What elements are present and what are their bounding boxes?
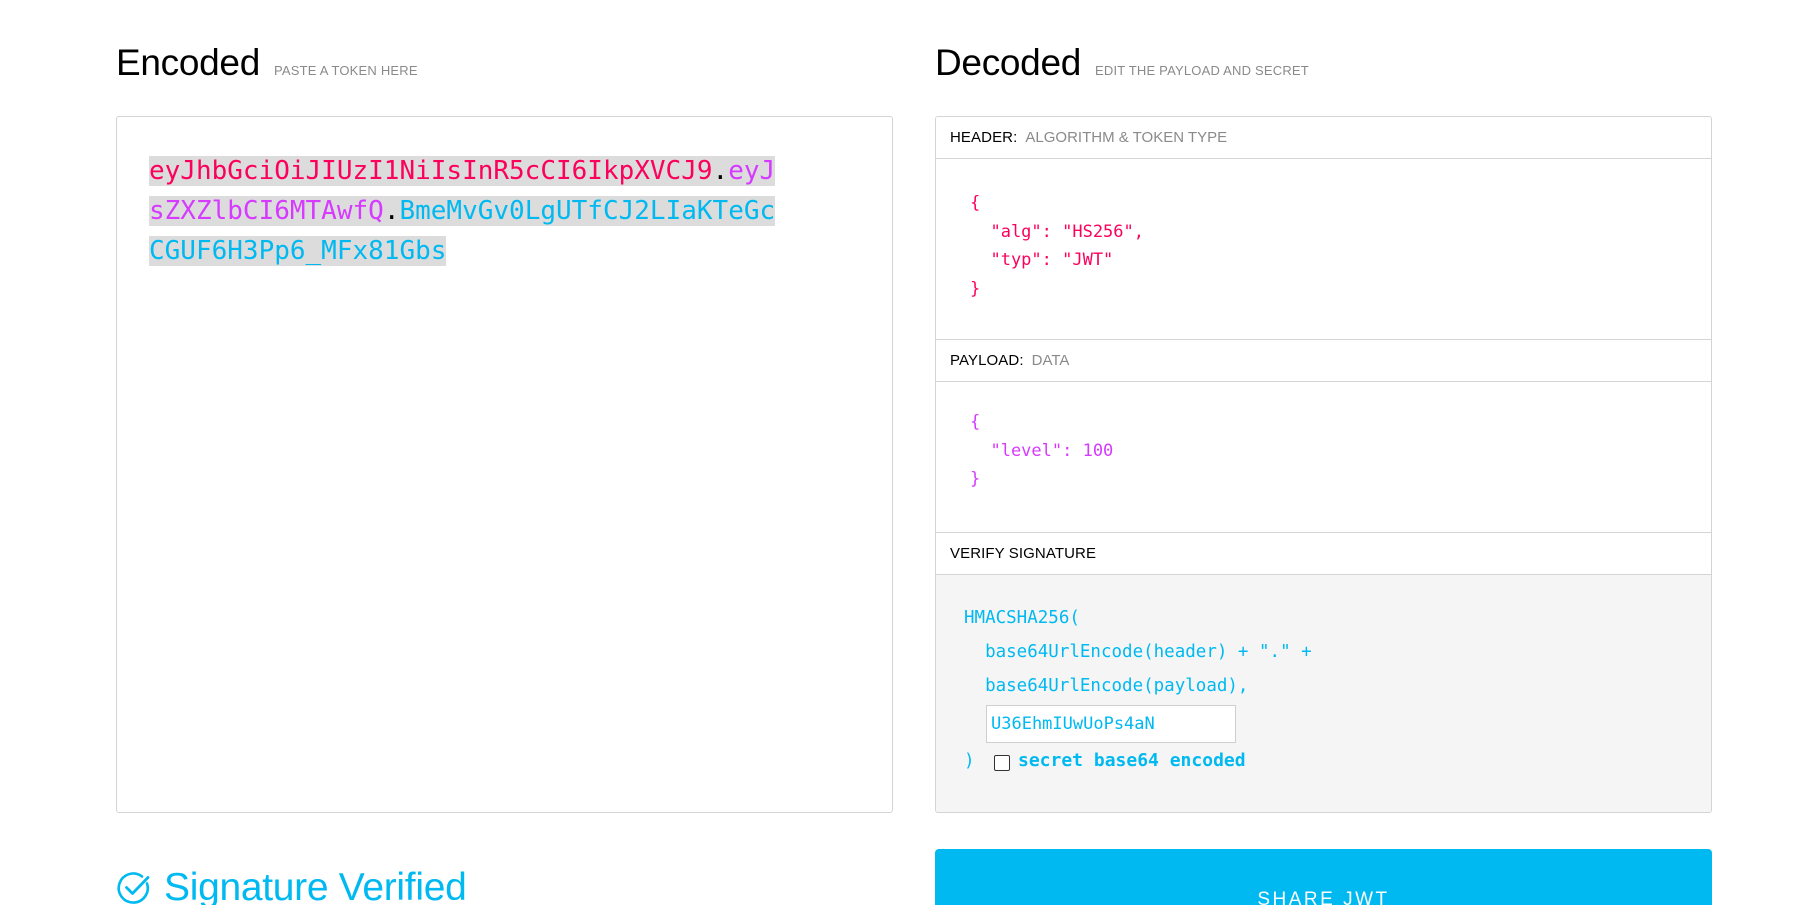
encoded-token-text[interactable]: eyJhbGciOiJIUzI1NiIsInR5cCI6IkpXVCJ9.eyJ… — [149, 151, 789, 271]
check-circle-icon — [117, 872, 150, 904]
encoded-token-editor[interactable]: eyJhbGciOiJIUzI1NiIsInR5cCI6IkpXVCJ9.eyJ… — [116, 116, 893, 813]
share-jwt-button[interactable]: SHARE JWT — [935, 849, 1712, 905]
header-section-title: HEADER: ALGORITHM & TOKEN TYPE — [936, 117, 1711, 159]
token-dot: . — [712, 156, 729, 186]
decoded-panel: HEADER: ALGORITHM & TOKEN TYPE { "alg": … — [935, 116, 1712, 813]
secret-base64-label[interactable]: secret base64 encoded — [1018, 750, 1246, 771]
decoded-subtitle: EDIT THE PAYLOAD AND SECRET — [1095, 63, 1309, 78]
header-section-desc: ALGORITHM & TOKEN TYPE — [1025, 129, 1228, 146]
header-json-editor[interactable]: { "alg": "HS256", "typ": "JWT" } — [936, 159, 1711, 340]
hmac-line-3: base64UrlEncode(payload), — [964, 676, 1249, 696]
verify-section-label: VERIFY SIGNATURE — [950, 545, 1097, 562]
decoded-title: Decoded — [935, 42, 1082, 83]
hmac-line-1: HMACSHA256( — [964, 608, 1080, 628]
encoded-heading: Encoded PASTE A TOKEN HERE — [116, 42, 418, 84]
payload-json[interactable]: { "level": 100 } — [970, 408, 1113, 494]
payload-section-title: PAYLOAD: DATA — [936, 340, 1711, 382]
hmac-line-2: base64UrlEncode(header) + "." + — [964, 642, 1312, 662]
secret-input[interactable] — [986, 705, 1236, 743]
header-json[interactable]: { "alg": "HS256", "typ": "JWT" } — [970, 189, 1144, 303]
payload-section-label: PAYLOAD: — [950, 352, 1024, 369]
token-header-part: eyJhbGciOiJIUzI1NiIsInR5cCI6IkpXVCJ9 — [149, 156, 713, 186]
payload-section-desc: DATA — [1031, 352, 1070, 369]
hmac-close-paren: ) — [964, 751, 975, 771]
signature-status-text: Signature Verified — [164, 866, 467, 905]
verify-section-title: VERIFY SIGNATURE — [936, 533, 1711, 575]
secret-base64-checkbox[interactable] — [994, 755, 1010, 771]
payload-json-editor[interactable]: { "level": 100 } — [936, 382, 1711, 533]
encoded-subtitle: PASTE A TOKEN HERE — [273, 63, 418, 78]
token-dot: . — [383, 196, 400, 226]
signature-status: Signature Verified — [116, 866, 467, 905]
header-section-label: HEADER: — [950, 129, 1018, 146]
encoded-title: Encoded — [116, 42, 260, 83]
verify-signature-body: HMACSHA256( base64UrlEncode(header) + ".… — [936, 575, 1711, 812]
decoded-heading: Decoded EDIT THE PAYLOAD AND SECRET — [935, 42, 1309, 84]
